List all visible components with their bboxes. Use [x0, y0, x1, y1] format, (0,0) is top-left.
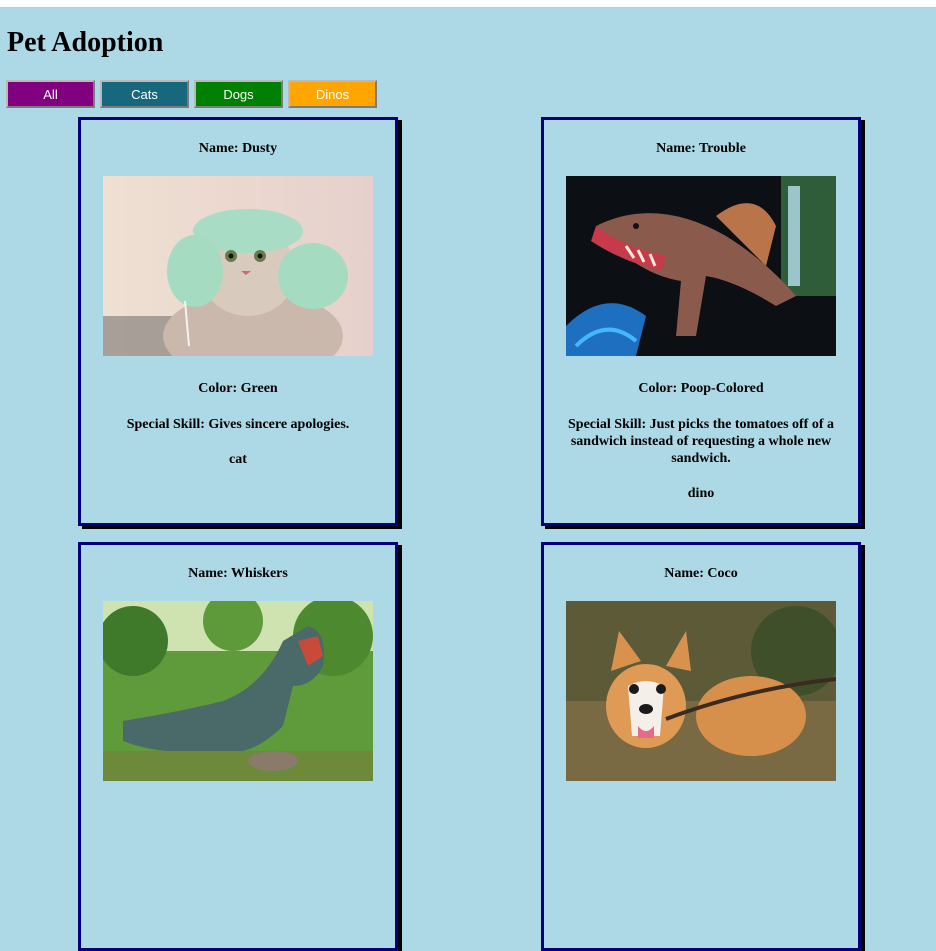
pet-name: Name: Dusty: [198, 141, 278, 156]
filter-dinos-button[interactable]: Dinos: [288, 80, 377, 108]
filter-dogs-button[interactable]: Dogs: [194, 80, 283, 108]
filter-all-button[interactable]: All: [6, 80, 95, 108]
pet-name: Name: Trouble: [656, 141, 746, 156]
pet-photo-dino: [103, 601, 373, 781]
pet-card-trouble: Name: Trouble Color: Poop-Colored Specia…: [541, 117, 861, 526]
pet-photo-cat: [103, 176, 373, 356]
pet-skill: Special Skill: Gives sincere apologies.: [126, 417, 350, 432]
browser-top-edge: [0, 0, 936, 8]
pet-card-dusty: Name: Dusty Color: Green Special Skill: …: [78, 117, 398, 526]
pet-type: dino: [687, 486, 715, 501]
pet-photo-dog: [566, 601, 836, 781]
pet-name: Name: Coco: [664, 566, 738, 581]
page-title: Pet Adoption: [7, 27, 164, 58]
pet-color: Color: Poop-Colored: [638, 381, 764, 396]
filter-bar: All Cats Dogs Dinos: [6, 80, 377, 108]
pet-type: cat: [229, 452, 247, 467]
pet-skill: Special Skill: Just picks the tomatoes o…: [568, 417, 834, 466]
pet-color: Color: Green: [198, 381, 278, 396]
pet-card-whiskers: Name: Whiskers: [78, 542, 398, 951]
pet-name: Name: Whiskers: [188, 566, 288, 581]
pet-card-coco: Name: Coco: [541, 542, 861, 951]
filter-cats-button[interactable]: Cats: [100, 80, 189, 108]
pet-photo-dino: [566, 176, 836, 356]
